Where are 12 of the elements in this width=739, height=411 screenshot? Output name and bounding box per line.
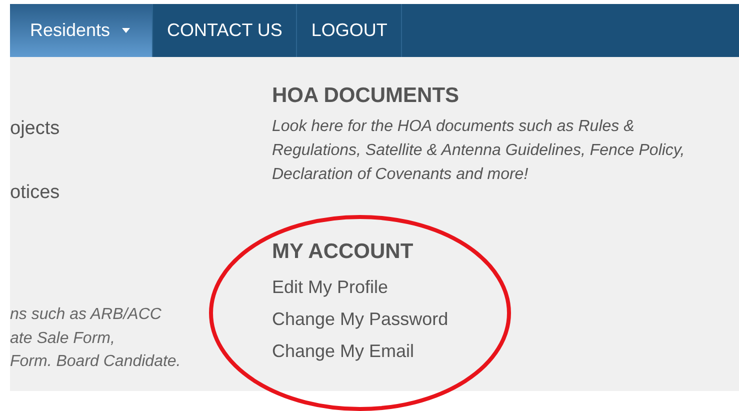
account-link[interactable]: Edit My Profile xyxy=(272,271,388,303)
menu-link[interactable]: otices xyxy=(10,181,272,205)
description-text: ns such as ARB/ACC xyxy=(10,305,162,325)
nav-item[interactable]: Residents xyxy=(10,4,154,57)
menu-link[interactable]: ojects xyxy=(10,117,272,141)
section-title: HOA DOCUMENTS xyxy=(272,83,460,109)
section-title: MY ACCOUNT xyxy=(272,239,414,265)
account-link[interactable]: Change My Email xyxy=(272,335,414,367)
account-link[interactable]: Change My Password xyxy=(272,303,448,335)
description-text: Form. Board Candidate. xyxy=(10,352,182,372)
description-text: ate Sale Form, xyxy=(10,328,116,348)
section-description: Look here for the HOA documents such as Rules & Regulations, Satellite & Antenna Guidelines, Fence Policy, Declaration of Covenants and more! xyxy=(272,117,686,185)
